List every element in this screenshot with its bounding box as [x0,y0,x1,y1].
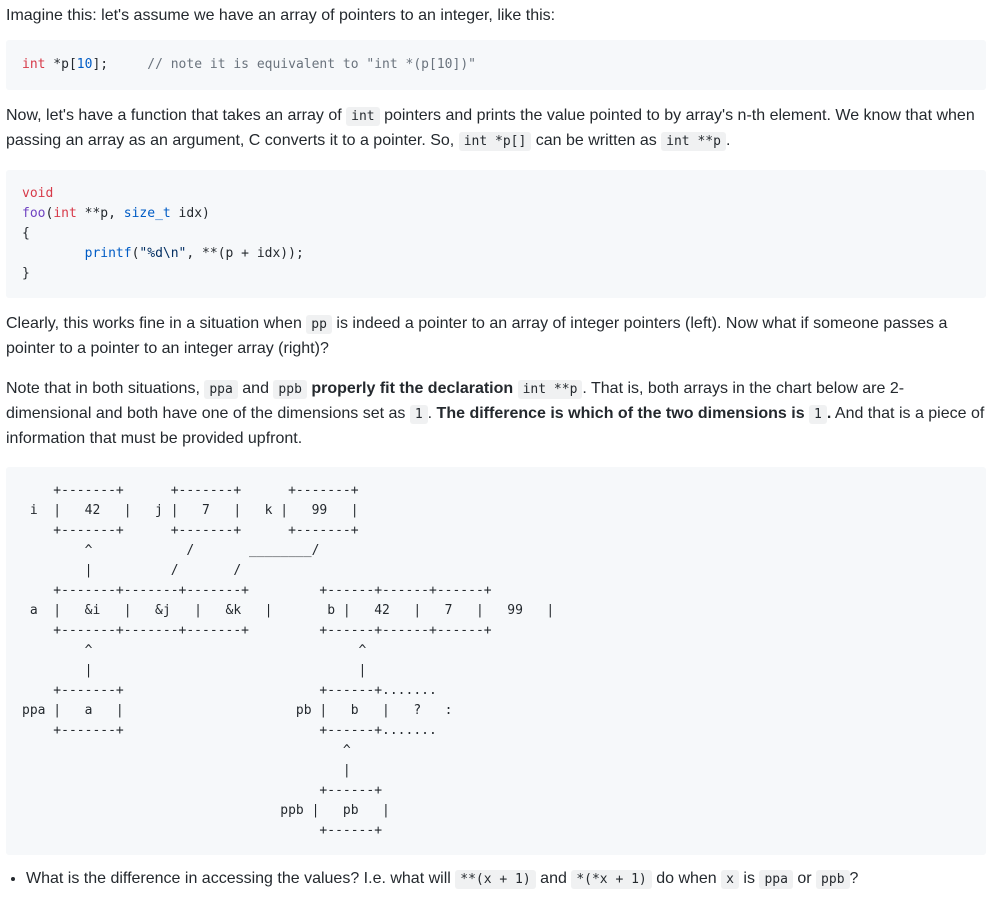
code-keyword: void [22,186,54,201]
article-body: Imagine this: let's assume we have an ar… [0,0,1002,892]
inline-code: int *p[] [458,132,532,151]
text: is [738,870,760,887]
code-text: *p[ [45,57,77,72]
question-list: What is the difference in accessing the … [6,867,986,892]
inline-code: int **p [517,380,583,399]
text: do when [651,870,722,887]
text: . [725,132,731,149]
text: Note that in both situations, [6,380,205,397]
inline-code: x [721,870,739,889]
inline-code: int [346,107,380,126]
bold-text: properly fit the declaration [306,380,518,397]
ascii-memory-diagram: +-------+ +-------+ +-------+ i | 42 | j… [6,467,986,855]
list-item: What is the difference in accessing the … [26,867,986,892]
code-text: **p, [76,206,124,221]
code-text: idx) [170,206,210,221]
code-gap [108,57,147,72]
inline-code: ppb [816,870,850,889]
code-function-call: printf [84,246,132,261]
text: can be written as [531,132,662,149]
code-keyword: int [22,57,46,72]
code-type: size_t [123,206,171,221]
inline-code: 1 [409,405,428,424]
code-keyword: int [53,206,77,221]
text: What is the difference in accessing the … [26,870,456,887]
inline-code: int **p [661,132,726,151]
intro-paragraph: Imagine this: let's assume we have an ar… [6,7,556,24]
inline-code: **(x + 1) [455,870,536,889]
inline-code: 1 [809,405,827,424]
situation-paragraph: Clearly, this works fine in a situation … [6,312,986,361]
code-text: { [22,226,30,241]
code-number: 10 [76,57,93,72]
function-paragraph: Now, let's have a function that takes an… [6,104,986,154]
code-block-function: void foo(int **p, size_t idx) { printf("… [6,170,986,298]
inline-code: *(*x + 1) [571,870,652,889]
code-text: , **(p + idx)); [186,246,304,261]
text: ? [849,870,859,887]
text: Clearly, this works fine in a situation … [6,315,307,332]
code-block-array-declaration: int *p[10]; // note it is equivalent to … [6,40,986,90]
code-function-name: foo [22,206,46,221]
inline-code: pp [306,315,332,334]
code-string: "%d\n" [139,246,187,261]
text: and [237,380,274,397]
text: and [535,870,572,887]
text: . [427,405,437,422]
code-text: ]; [92,57,109,72]
note-paragraph: Note that in both situations, ppa and pp… [6,377,986,451]
inline-code: ppa [759,870,793,889]
text: Now, let's have a function that takes an… [6,107,347,124]
text: or [792,870,817,887]
code-text: } [22,266,30,281]
bold-text: The difference is which of the two dimen… [436,405,810,422]
inline-code: ppb [273,380,307,399]
inline-code: ppa [204,380,238,399]
code-comment: // note it is equivalent to "int *(p[10]… [147,57,476,72]
